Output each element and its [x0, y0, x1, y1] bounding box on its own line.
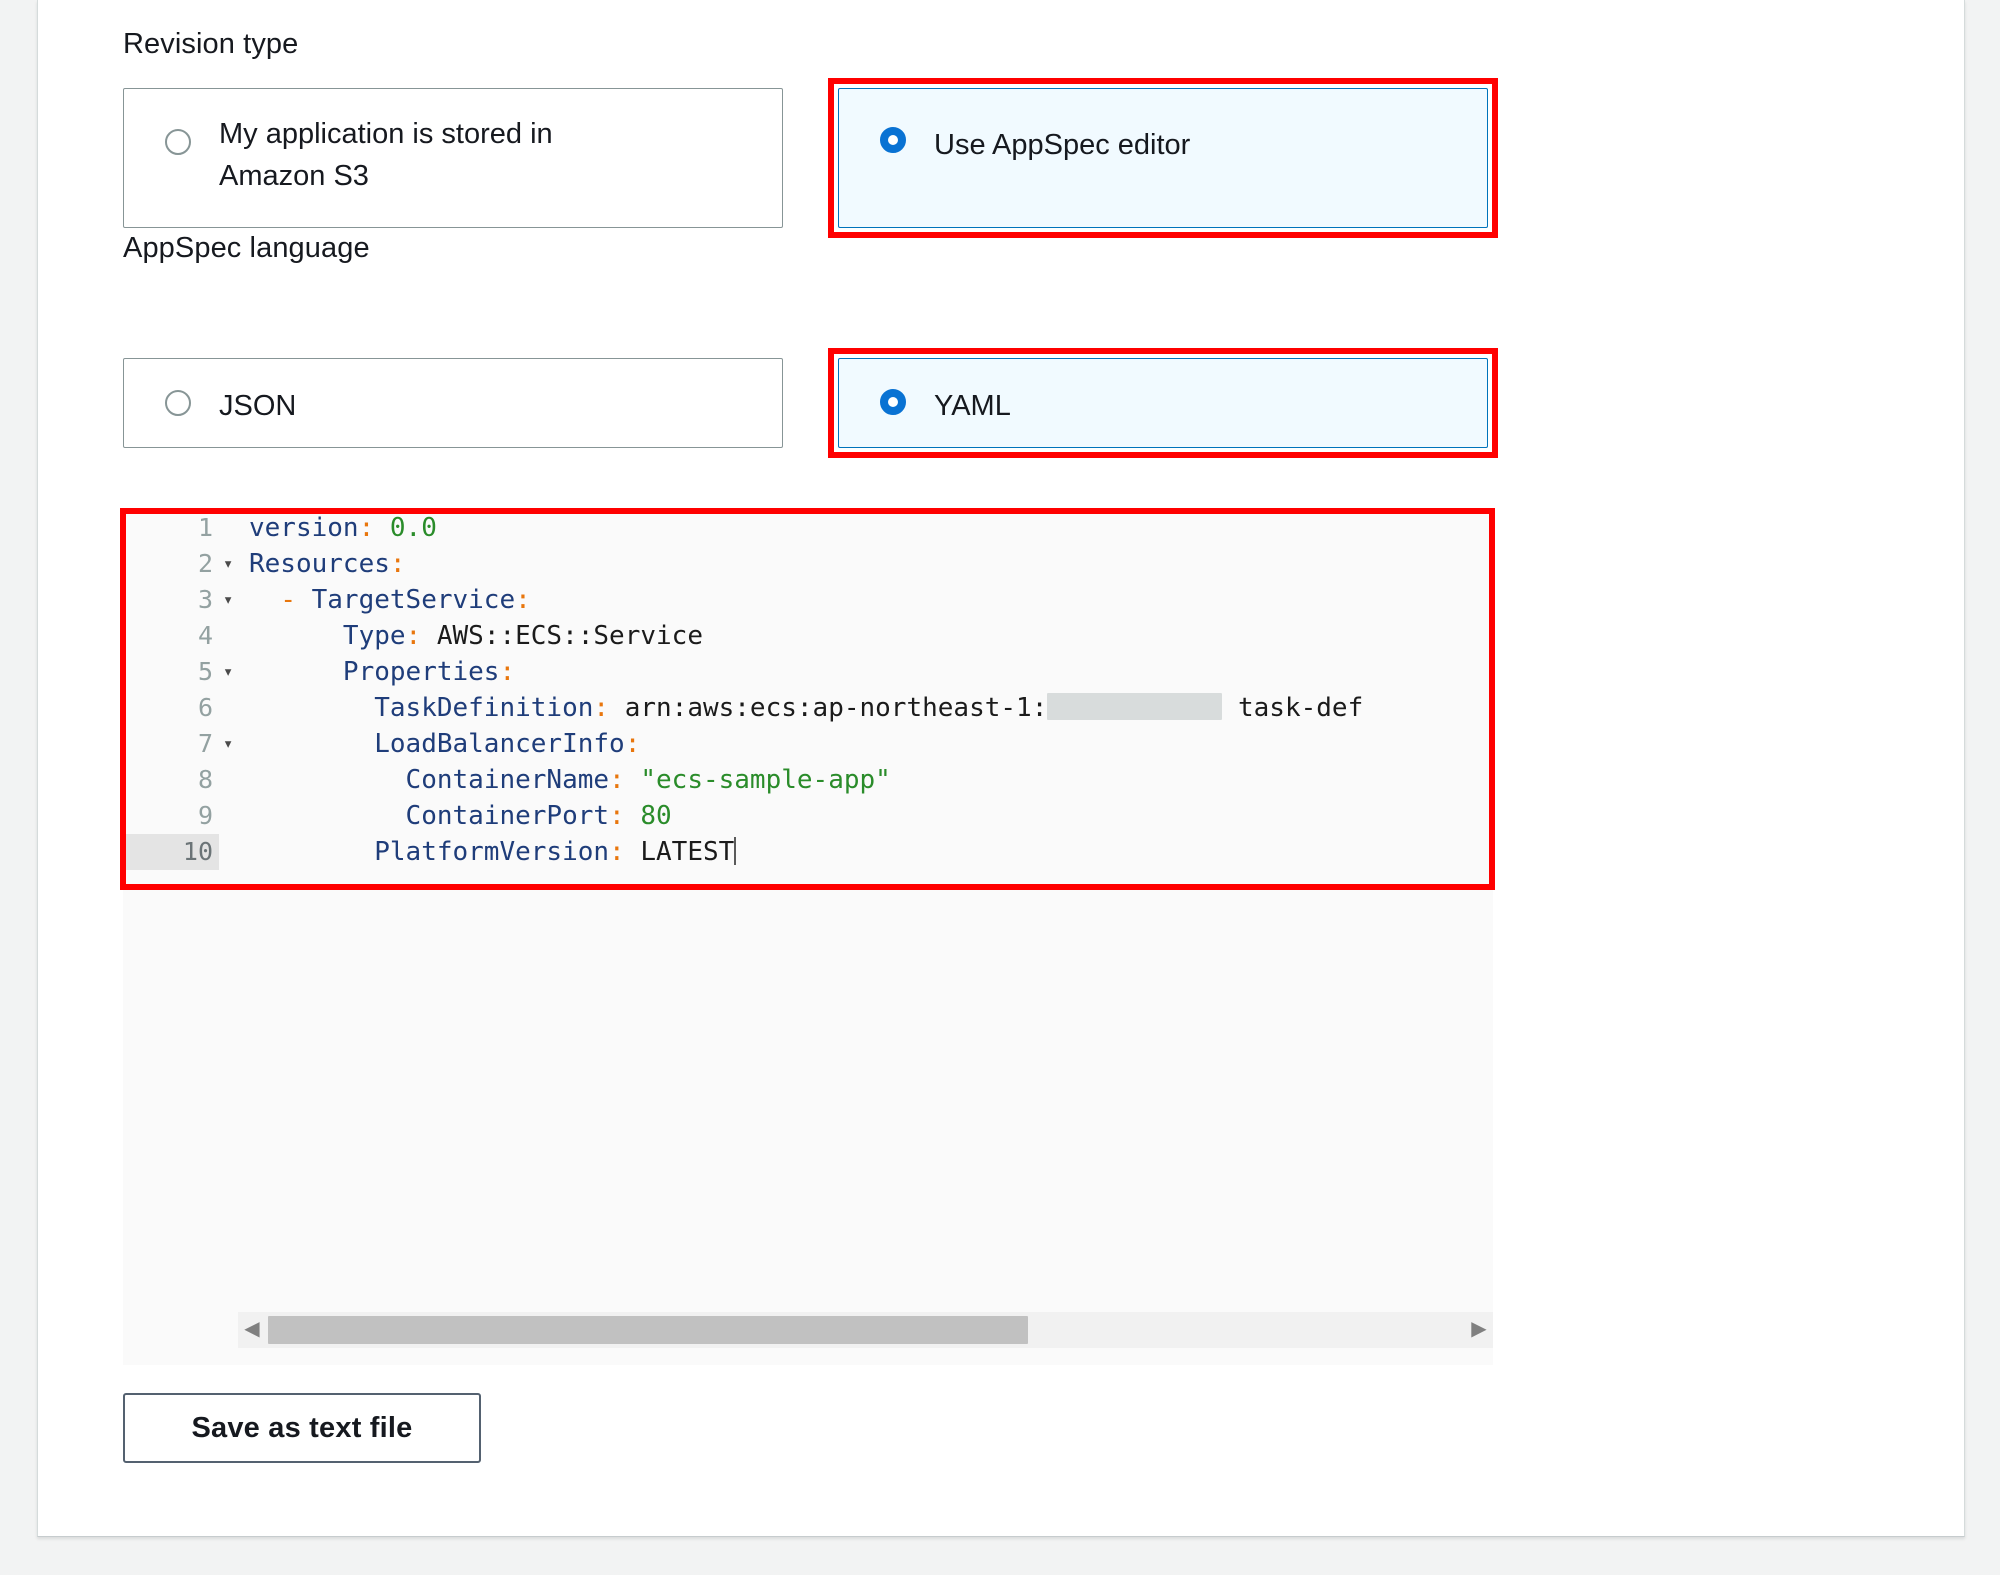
page-root: Revision type My application is stored i… — [0, 0, 2000, 1575]
code-line-text: ContainerName: "ecs-sample-app" — [405, 765, 891, 795]
radio-tile-s3-label: My application is stored in Amazon S3 — [219, 118, 553, 192]
radio-s3-icon[interactable] — [165, 129, 191, 155]
code-line-text: Properties: — [342, 657, 516, 687]
appspec-language-label: AppSpec language — [123, 232, 370, 264]
code-line[interactable]: 9 ContainerPort: 80 — [123, 798, 1493, 834]
content-card: Revision type My application is stored i… — [37, 0, 1965, 1537]
line-number: 2 — [197, 549, 213, 578]
fold-arrow-icon[interactable]: ▾ — [223, 654, 241, 690]
code-line-text: LoadBalancerInfo: — [374, 729, 641, 759]
code-line[interactable]: 2 ▾ Resources: — [123, 546, 1493, 582]
code-line[interactable]: 5 ▾ Properties: — [123, 654, 1493, 690]
editor-horizontal-scrollbar[interactable]: ◀ ▶ — [238, 1312, 1493, 1348]
radio-yaml-icon[interactable] — [880, 389, 906, 415]
line-number: 9 — [197, 801, 213, 830]
fold-arrow-icon[interactable]: ▾ — [223, 546, 241, 582]
line-number: 7 — [197, 729, 213, 758]
radio-tile-yaml[interactable]: YAML — [838, 358, 1488, 448]
scroll-right-arrow-icon[interactable]: ▶ — [1465, 1312, 1493, 1348]
code-line-text: PlatformVersion: LATEST — [374, 837, 737, 867]
code-line[interactable]: 6 TaskDefinition: arn:aws:ecs:ap-northea… — [123, 690, 1493, 726]
code-line[interactable]: 1 version: 0.0 — [123, 510, 1493, 546]
fold-arrow-icon[interactable]: ▾ — [223, 726, 241, 762]
radio-appspec-editor-icon[interactable] — [880, 127, 906, 153]
radio-tile-appspec-editor-label: Use AppSpec editor — [934, 129, 1191, 161]
code-line[interactable]: 8 ContainerName: "ecs-sample-app" — [123, 762, 1493, 798]
code-line[interactable]: 4 Type: AWS::ECS::Service — [123, 618, 1493, 654]
line-number: 3 — [197, 585, 213, 614]
save-as-text-file-button[interactable]: Save as text file — [123, 1393, 481, 1463]
scroll-left-arrow-icon[interactable]: ◀ — [238, 1312, 266, 1348]
code-line-text: ContainerPort: 80 — [405, 801, 672, 831]
revision-type-label: Revision type — [123, 28, 299, 60]
code-line[interactable]: 3 ▾ - TargetService: — [123, 582, 1493, 618]
appspec-code-editor[interactable]: 1 version: 0.0 2 ▾ Resources: 3 ▾ - TargetServ… — [123, 510, 1493, 1365]
code-line-text: - TargetService: — [280, 585, 531, 615]
line-number: 1 — [197, 513, 213, 542]
line-number: 4 — [197, 621, 213, 650]
radio-tile-json[interactable]: JSON — [123, 358, 783, 448]
code-line[interactable]: 7 ▾ LoadBalancerInfo: — [123, 726, 1493, 762]
radio-tile-yaml-label: YAML — [934, 390, 1011, 422]
line-number: 5 — [197, 657, 213, 686]
radio-json-icon[interactable] — [165, 390, 191, 416]
radio-tile-json-label: JSON — [219, 390, 297, 422]
radio-tile-appspec-editor[interactable]: Use AppSpec editor — [838, 88, 1488, 228]
scrollbar-thumb[interactable] — [268, 1316, 1028, 1344]
code-line-text: Resources: — [249, 549, 406, 579]
code-line[interactable]: 10 PlatformVersion: LATEST — [123, 834, 1493, 870]
line-number: 8 — [197, 765, 213, 794]
code-lines-container[interactable]: 1 version: 0.0 2 ▾ Resources: 3 ▾ - TargetServ… — [123, 510, 1493, 870]
line-number: 10 — [123, 834, 219, 870]
radio-tile-s3[interactable]: My application is stored in Amazon S3 — [123, 88, 783, 228]
line-number: 6 — [197, 693, 213, 722]
code-line-text: TaskDefinition: arn:aws:ecs:ap-northeast… — [374, 693, 1364, 723]
fold-arrow-icon[interactable]: ▾ — [223, 582, 241, 618]
code-line-text: Type: AWS::ECS::Service — [342, 621, 703, 651]
code-line-text: version: 0.0 — [249, 513, 437, 543]
